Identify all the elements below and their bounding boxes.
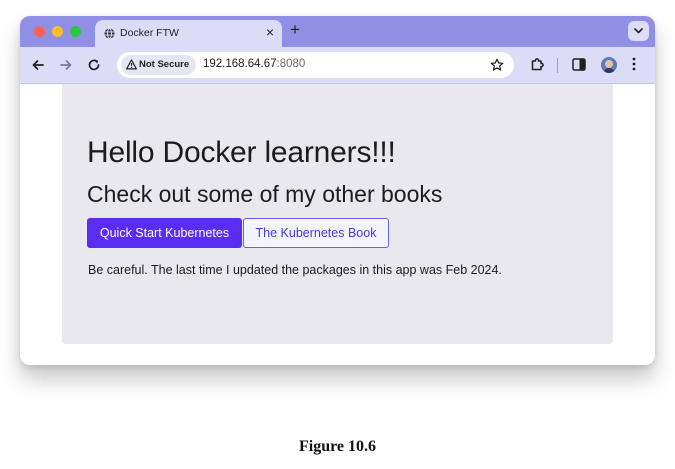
forward-arrow-icon[interactable] bbox=[59, 58, 73, 72]
more-menu-icon[interactable] bbox=[632, 57, 636, 71]
maximize-window-button[interactable] bbox=[70, 26, 81, 37]
tab-search-button[interactable] bbox=[628, 21, 649, 41]
extensions-puzzle-icon[interactable] bbox=[530, 57, 545, 72]
browser-window: Docker FTW × + Not Secure 192.168.64.67:… bbox=[20, 16, 655, 365]
address-bar[interactable]: Not Secure 192.168.64.67:8080 bbox=[117, 52, 514, 78]
new-tab-button[interactable]: + bbox=[290, 21, 300, 39]
globe-icon bbox=[104, 28, 115, 39]
title-bar: Docker FTW × + bbox=[20, 16, 655, 47]
minimize-window-button[interactable] bbox=[52, 26, 63, 37]
back-arrow-icon[interactable] bbox=[31, 58, 45, 72]
figure-caption: Figure 10.6 bbox=[298, 438, 377, 455]
chevron-down-icon bbox=[634, 28, 643, 34]
page-subheading: Check out some of my other books bbox=[87, 181, 443, 207]
content-panel: Hello Docker learners!!! Check out some … bbox=[62, 84, 613, 344]
kubernetes-book-button[interactable]: The Kubernetes Book bbox=[243, 218, 389, 248]
not-secure-label: Not Secure bbox=[139, 59, 190, 70]
tab-title: Docker FTW bbox=[120, 27, 179, 39]
page-heading: Hello Docker learners!!! bbox=[87, 136, 396, 169]
packages-note: Be careful. The last time I updated the … bbox=[88, 263, 502, 277]
reload-icon[interactable] bbox=[87, 58, 101, 72]
avatar-body bbox=[603, 68, 615, 73]
url-host: 192.168.64.67 bbox=[203, 58, 277, 70]
url-text[interactable]: 192.168.64.67:8080 bbox=[203, 58, 305, 70]
close-window-button[interactable] bbox=[34, 26, 45, 37]
url-port: :8080 bbox=[276, 58, 306, 70]
avatar-face bbox=[605, 60, 613, 68]
side-panel-icon[interactable] bbox=[572, 58, 586, 71]
browser-toolbar: Not Secure 192.168.64.67:8080 bbox=[20, 47, 655, 84]
quick-start-kubernetes-button[interactable]: Quick Start Kubernetes bbox=[87, 218, 242, 248]
star-icon[interactable] bbox=[490, 58, 504, 72]
warning-icon bbox=[126, 59, 137, 70]
tab-docker-ftw[interactable]: Docker FTW × bbox=[95, 20, 282, 47]
profile-avatar[interactable] bbox=[601, 57, 617, 73]
tab-close-button[interactable]: × bbox=[266, 25, 274, 39]
site-security-chip[interactable]: Not Secure bbox=[121, 55, 196, 75]
page-viewport: Hello Docker learners!!! Check out some … bbox=[20, 84, 655, 365]
toolbar-divider bbox=[557, 58, 558, 73]
